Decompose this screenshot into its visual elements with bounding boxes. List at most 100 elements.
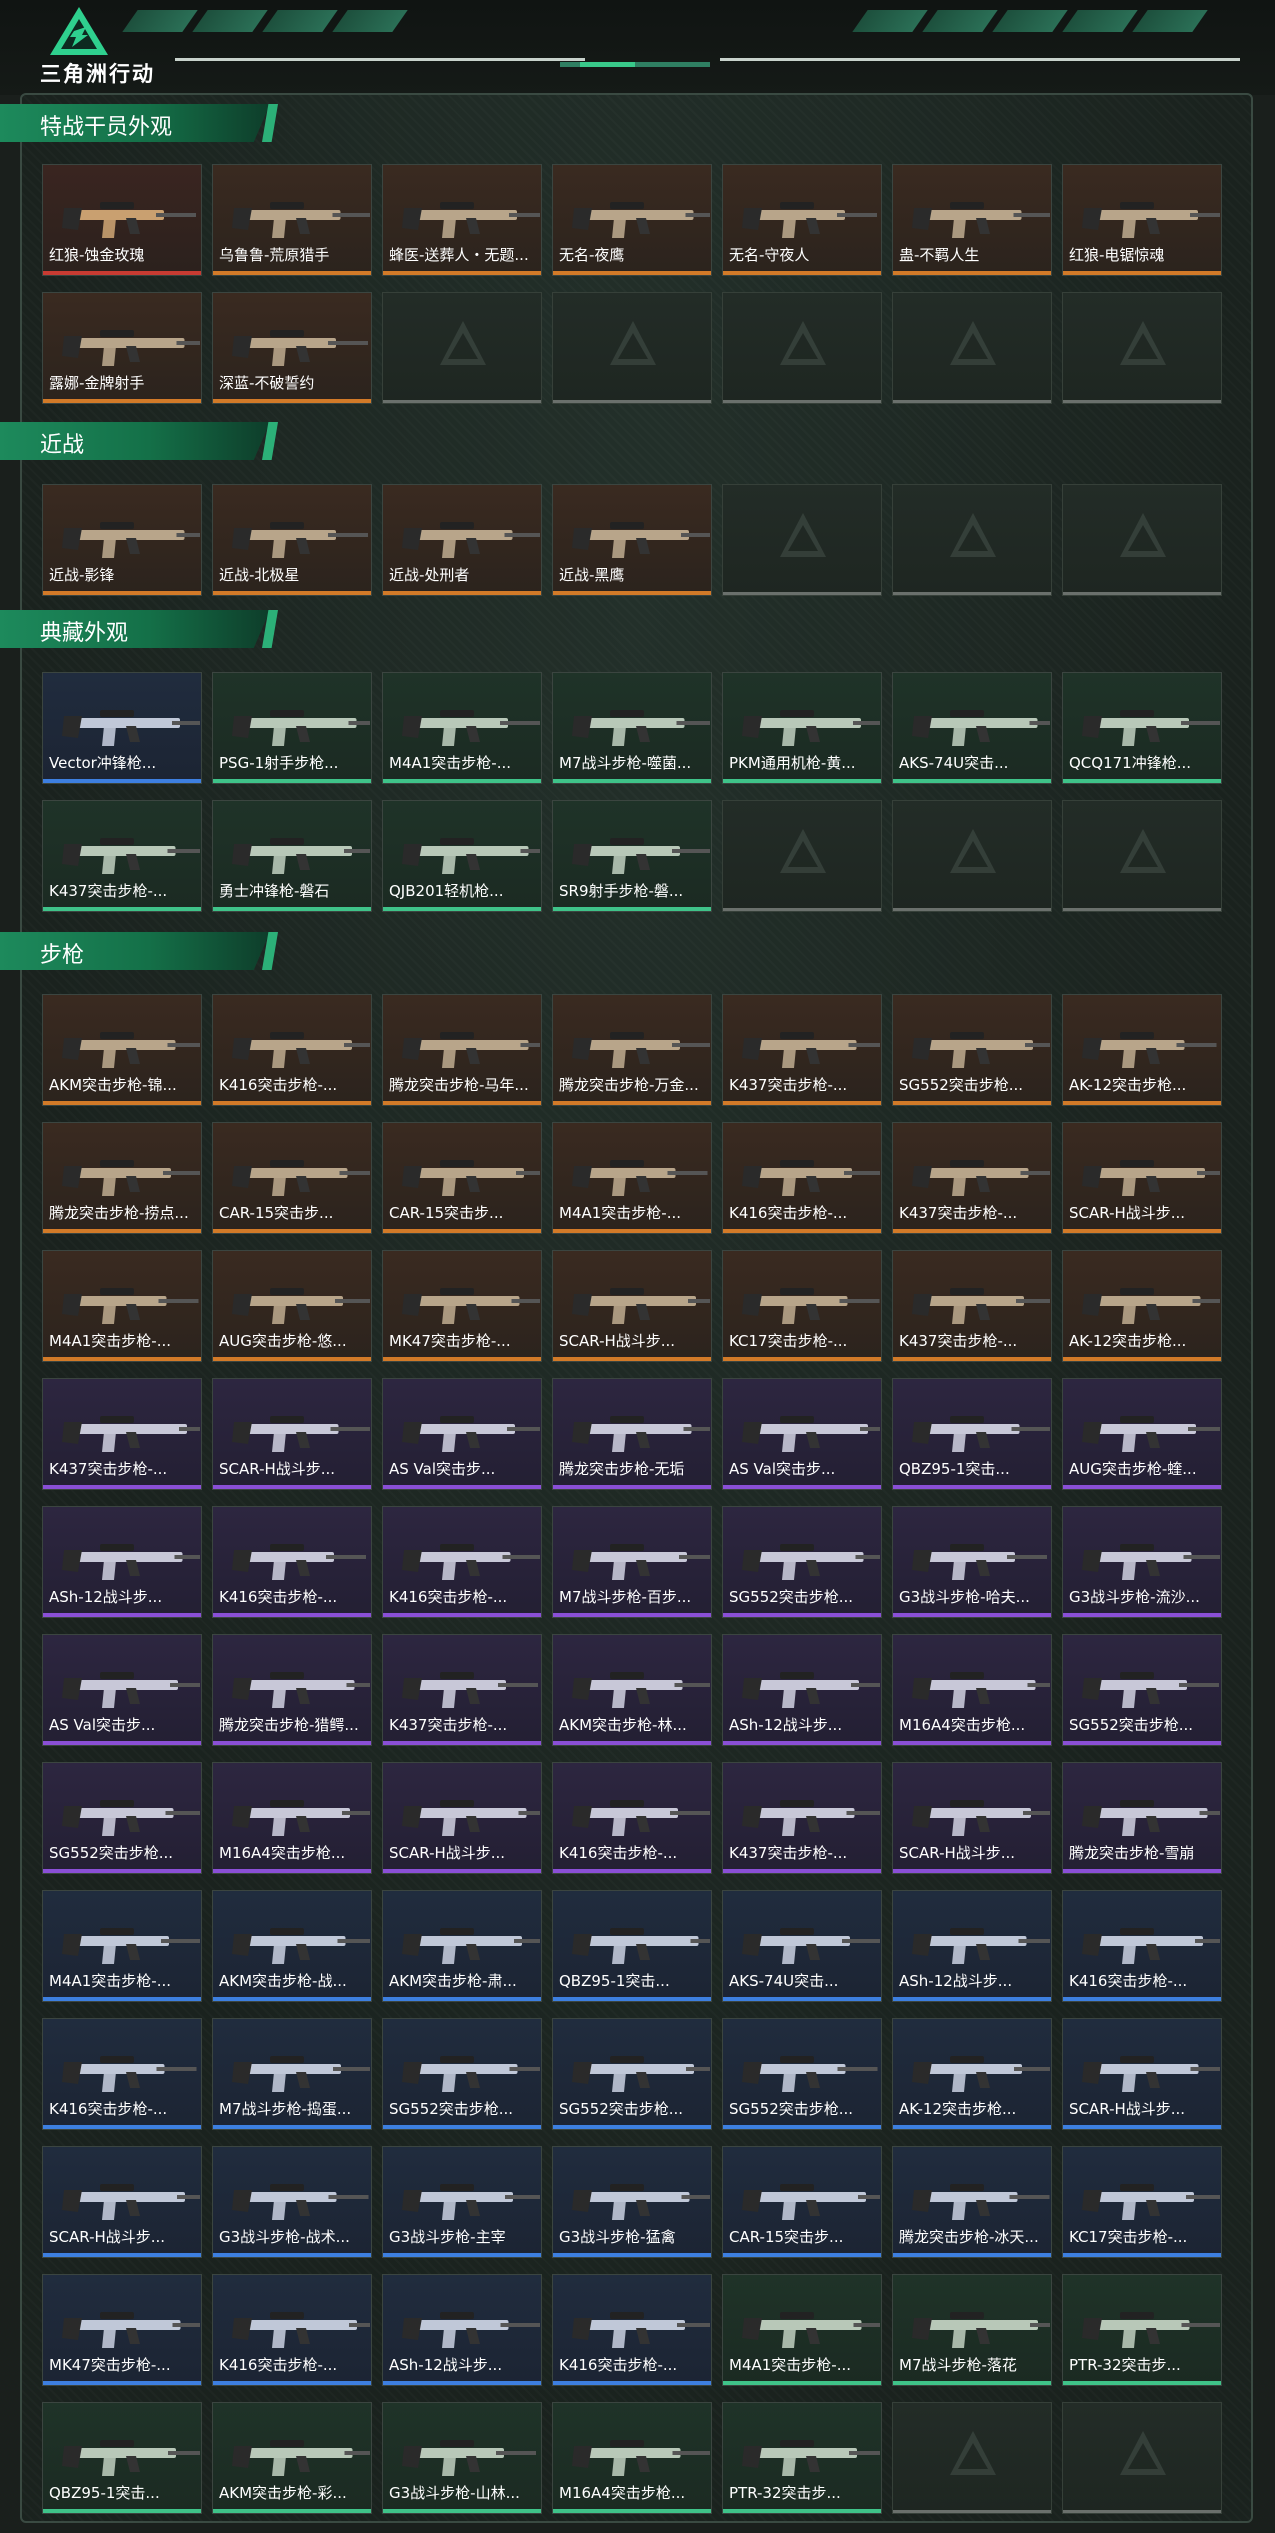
item-card[interactable]: PKM通用机枪-黄...: [722, 672, 882, 784]
item-card[interactable]: SCAR-H战斗步...: [212, 1378, 372, 1490]
item-card[interactable]: G3战斗步枪-哈夫...: [892, 1506, 1052, 1618]
item-card[interactable]: AK-12突击步枪...: [892, 2018, 1052, 2130]
item-card[interactable]: AUG突击步枪-悠...: [212, 1250, 372, 1362]
item-card[interactable]: K416突击步枪-...: [382, 1506, 542, 1618]
item-card[interactable]: ASh-12战斗步...: [42, 1506, 202, 1618]
item-card[interactable]: 蛊-不羁人生: [892, 164, 1052, 276]
item-card[interactable]: 红狼-蚀金玫瑰: [42, 164, 202, 276]
item-card[interactable]: SCAR-H战斗步...: [42, 2146, 202, 2258]
item-card[interactable]: ASh-12战斗步...: [892, 1890, 1052, 2002]
item-card[interactable]: K416突击步枪-...: [212, 994, 372, 1106]
item-card[interactable]: K416突击步枪-...: [722, 1122, 882, 1234]
item-card[interactable]: 无名-守夜人: [722, 164, 882, 276]
item-card[interactable]: G3战斗步枪-流沙...: [1062, 1506, 1222, 1618]
item-card[interactable]: SCAR-H战斗步...: [1062, 1122, 1222, 1234]
item-card[interactable]: M7战斗步枪-落花: [892, 2274, 1052, 2386]
item-card[interactable]: AKM突击步枪-彩...: [212, 2402, 372, 2514]
item-card[interactable]: SCAR-H战斗步...: [552, 1250, 712, 1362]
item-card[interactable]: AKM突击步枪-锦...: [42, 994, 202, 1106]
item-card[interactable]: CAR-15突击步...: [212, 1122, 372, 1234]
item-card[interactable]: K437突击步枪-...: [42, 800, 202, 912]
item-card[interactable]: SCAR-H战斗步...: [1062, 2018, 1222, 2130]
item-card[interactable]: G3战斗步枪-主宰: [382, 2146, 542, 2258]
item-card[interactable]: K416突击步枪-...: [212, 2274, 372, 2386]
item-card[interactable]: CAR-15突击步...: [722, 2146, 882, 2258]
item-card[interactable]: 乌鲁鲁-荒原猎手: [212, 164, 372, 276]
item-card[interactable]: K416突击步枪-...: [1062, 1890, 1222, 2002]
item-card[interactable]: 露娜-金牌射手: [42, 292, 202, 404]
item-card[interactable]: M4A1突击步枪-...: [552, 1122, 712, 1234]
item-card[interactable]: K416突击步枪-...: [552, 2274, 712, 2386]
item-card[interactable]: M4A1突击步枪-...: [42, 1890, 202, 2002]
item-card[interactable]: AKM突击步枪-肃...: [382, 1890, 542, 2002]
item-card[interactable]: K437突击步枪-...: [42, 1378, 202, 1490]
item-card[interactable]: QCQ171冲锋枪...: [1062, 672, 1222, 784]
item-card[interactable]: SCAR-H战斗步...: [892, 1762, 1052, 1874]
item-card[interactable]: G3战斗步枪-山林...: [382, 2402, 542, 2514]
item-card[interactable]: K416突击步枪-...: [552, 1762, 712, 1874]
item-card[interactable]: QBZ95-1突击...: [892, 1378, 1052, 1490]
item-card[interactable]: KC17突击步枪-...: [722, 1250, 882, 1362]
item-card[interactable]: SR9射手步枪-磐...: [552, 800, 712, 912]
item-card[interactable]: K437突击步枪-...: [382, 1634, 542, 1746]
item-card[interactable]: 腾龙突击步枪-无垢: [552, 1378, 712, 1490]
item-card[interactable]: 腾龙突击步枪-万金...: [552, 994, 712, 1106]
item-card[interactable]: SG552突击步枪...: [722, 2018, 882, 2130]
item-card[interactable]: K437突击步枪-...: [722, 1762, 882, 1874]
item-card[interactable]: QBZ95-1突击...: [552, 1890, 712, 2002]
item-card[interactable]: K437突击步枪-...: [892, 1250, 1052, 1362]
item-card[interactable]: AK-12突击步枪...: [1062, 1250, 1222, 1362]
item-card[interactable]: 腾龙突击步枪-捞点...: [42, 1122, 202, 1234]
item-card[interactable]: M4A1突击步枪-...: [722, 2274, 882, 2386]
item-card[interactable]: MK47突击步枪-...: [382, 1250, 542, 1362]
item-card[interactable]: PSG-1射手步枪...: [212, 672, 372, 784]
item-card[interactable]: SCAR-H战斗步...: [382, 1762, 542, 1874]
item-card[interactable]: PTR-32突击步...: [722, 2402, 882, 2514]
item-card[interactable]: 无名-夜鹰: [552, 164, 712, 276]
item-card[interactable]: SG552突击步枪...: [552, 2018, 712, 2130]
item-card[interactable]: 勇士冲锋枪-磐石: [212, 800, 372, 912]
item-card[interactable]: 红狼-电锯惊魂: [1062, 164, 1222, 276]
item-card[interactable]: M16A4突击步枪...: [892, 1634, 1052, 1746]
item-card[interactable]: AKM突击步枪-战...: [212, 1890, 372, 2002]
item-card[interactable]: 近战-影锋: [42, 484, 202, 596]
item-card[interactable]: M7战斗步枪-噬菌...: [552, 672, 712, 784]
item-card[interactable]: AS Val突击步...: [42, 1634, 202, 1746]
item-card[interactable]: K416突击步枪-...: [42, 2018, 202, 2130]
item-card[interactable]: 近战-处刑者: [382, 484, 542, 596]
item-card[interactable]: SG552突击步枪...: [892, 994, 1052, 1106]
item-card[interactable]: 腾龙突击步枪-冰天...: [892, 2146, 1052, 2258]
item-card[interactable]: AS Val突击步...: [722, 1378, 882, 1490]
item-card[interactable]: AS Val突击步...: [382, 1378, 542, 1490]
item-card[interactable]: K437突击步枪-...: [722, 994, 882, 1106]
item-card[interactable]: SG552突击步枪...: [42, 1762, 202, 1874]
item-card[interactable]: 腾龙突击步枪-雪崩: [1062, 1762, 1222, 1874]
item-card[interactable]: 腾龙突击步枪-猎鳄...: [212, 1634, 372, 1746]
item-card[interactable]: KC17突击步枪-...: [1062, 2146, 1222, 2258]
item-card[interactable]: 蜂医-送葬人・无题...: [382, 164, 542, 276]
item-card[interactable]: M4A1突击步枪-...: [42, 1250, 202, 1362]
item-card[interactable]: QBZ95-1突击...: [42, 2402, 202, 2514]
item-card[interactable]: 腾龙突击步枪-马年...: [382, 994, 542, 1106]
item-card[interactable]: G3战斗步枪-猛禽: [552, 2146, 712, 2258]
item-card[interactable]: 近战-北极星: [212, 484, 372, 596]
item-card[interactable]: M7战斗步枪-捣蛋...: [212, 2018, 372, 2130]
item-card[interactable]: AKS-74U突击...: [722, 1890, 882, 2002]
item-card[interactable]: M7战斗步枪-百步...: [552, 1506, 712, 1618]
item-card[interactable]: G3战斗步枪-战术...: [212, 2146, 372, 2258]
item-card[interactable]: M4A1突击步枪-...: [382, 672, 542, 784]
item-card[interactable]: K416突击步枪-...: [212, 1506, 372, 1618]
item-card[interactable]: AKM突击步枪-林...: [552, 1634, 712, 1746]
item-card[interactable]: AK-12突击步枪...: [1062, 994, 1222, 1106]
item-card[interactable]: AUG突击步枪-蝰...: [1062, 1378, 1222, 1490]
item-card[interactable]: 深蓝-不破誓约: [212, 292, 372, 404]
item-card[interactable]: CAR-15突击步...: [382, 1122, 542, 1234]
item-card[interactable]: ASh-12战斗步...: [382, 2274, 542, 2386]
item-card[interactable]: SG552突击步枪...: [722, 1506, 882, 1618]
item-card[interactable]: MK47突击步枪-...: [42, 2274, 202, 2386]
item-card[interactable]: ASh-12战斗步...: [722, 1634, 882, 1746]
item-card[interactable]: M16A4突击步枪...: [212, 1762, 372, 1874]
item-card[interactable]: K437突击步枪-...: [892, 1122, 1052, 1234]
item-card[interactable]: SG552突击步枪...: [1062, 1634, 1222, 1746]
item-card[interactable]: SG552突击步枪...: [382, 2018, 542, 2130]
